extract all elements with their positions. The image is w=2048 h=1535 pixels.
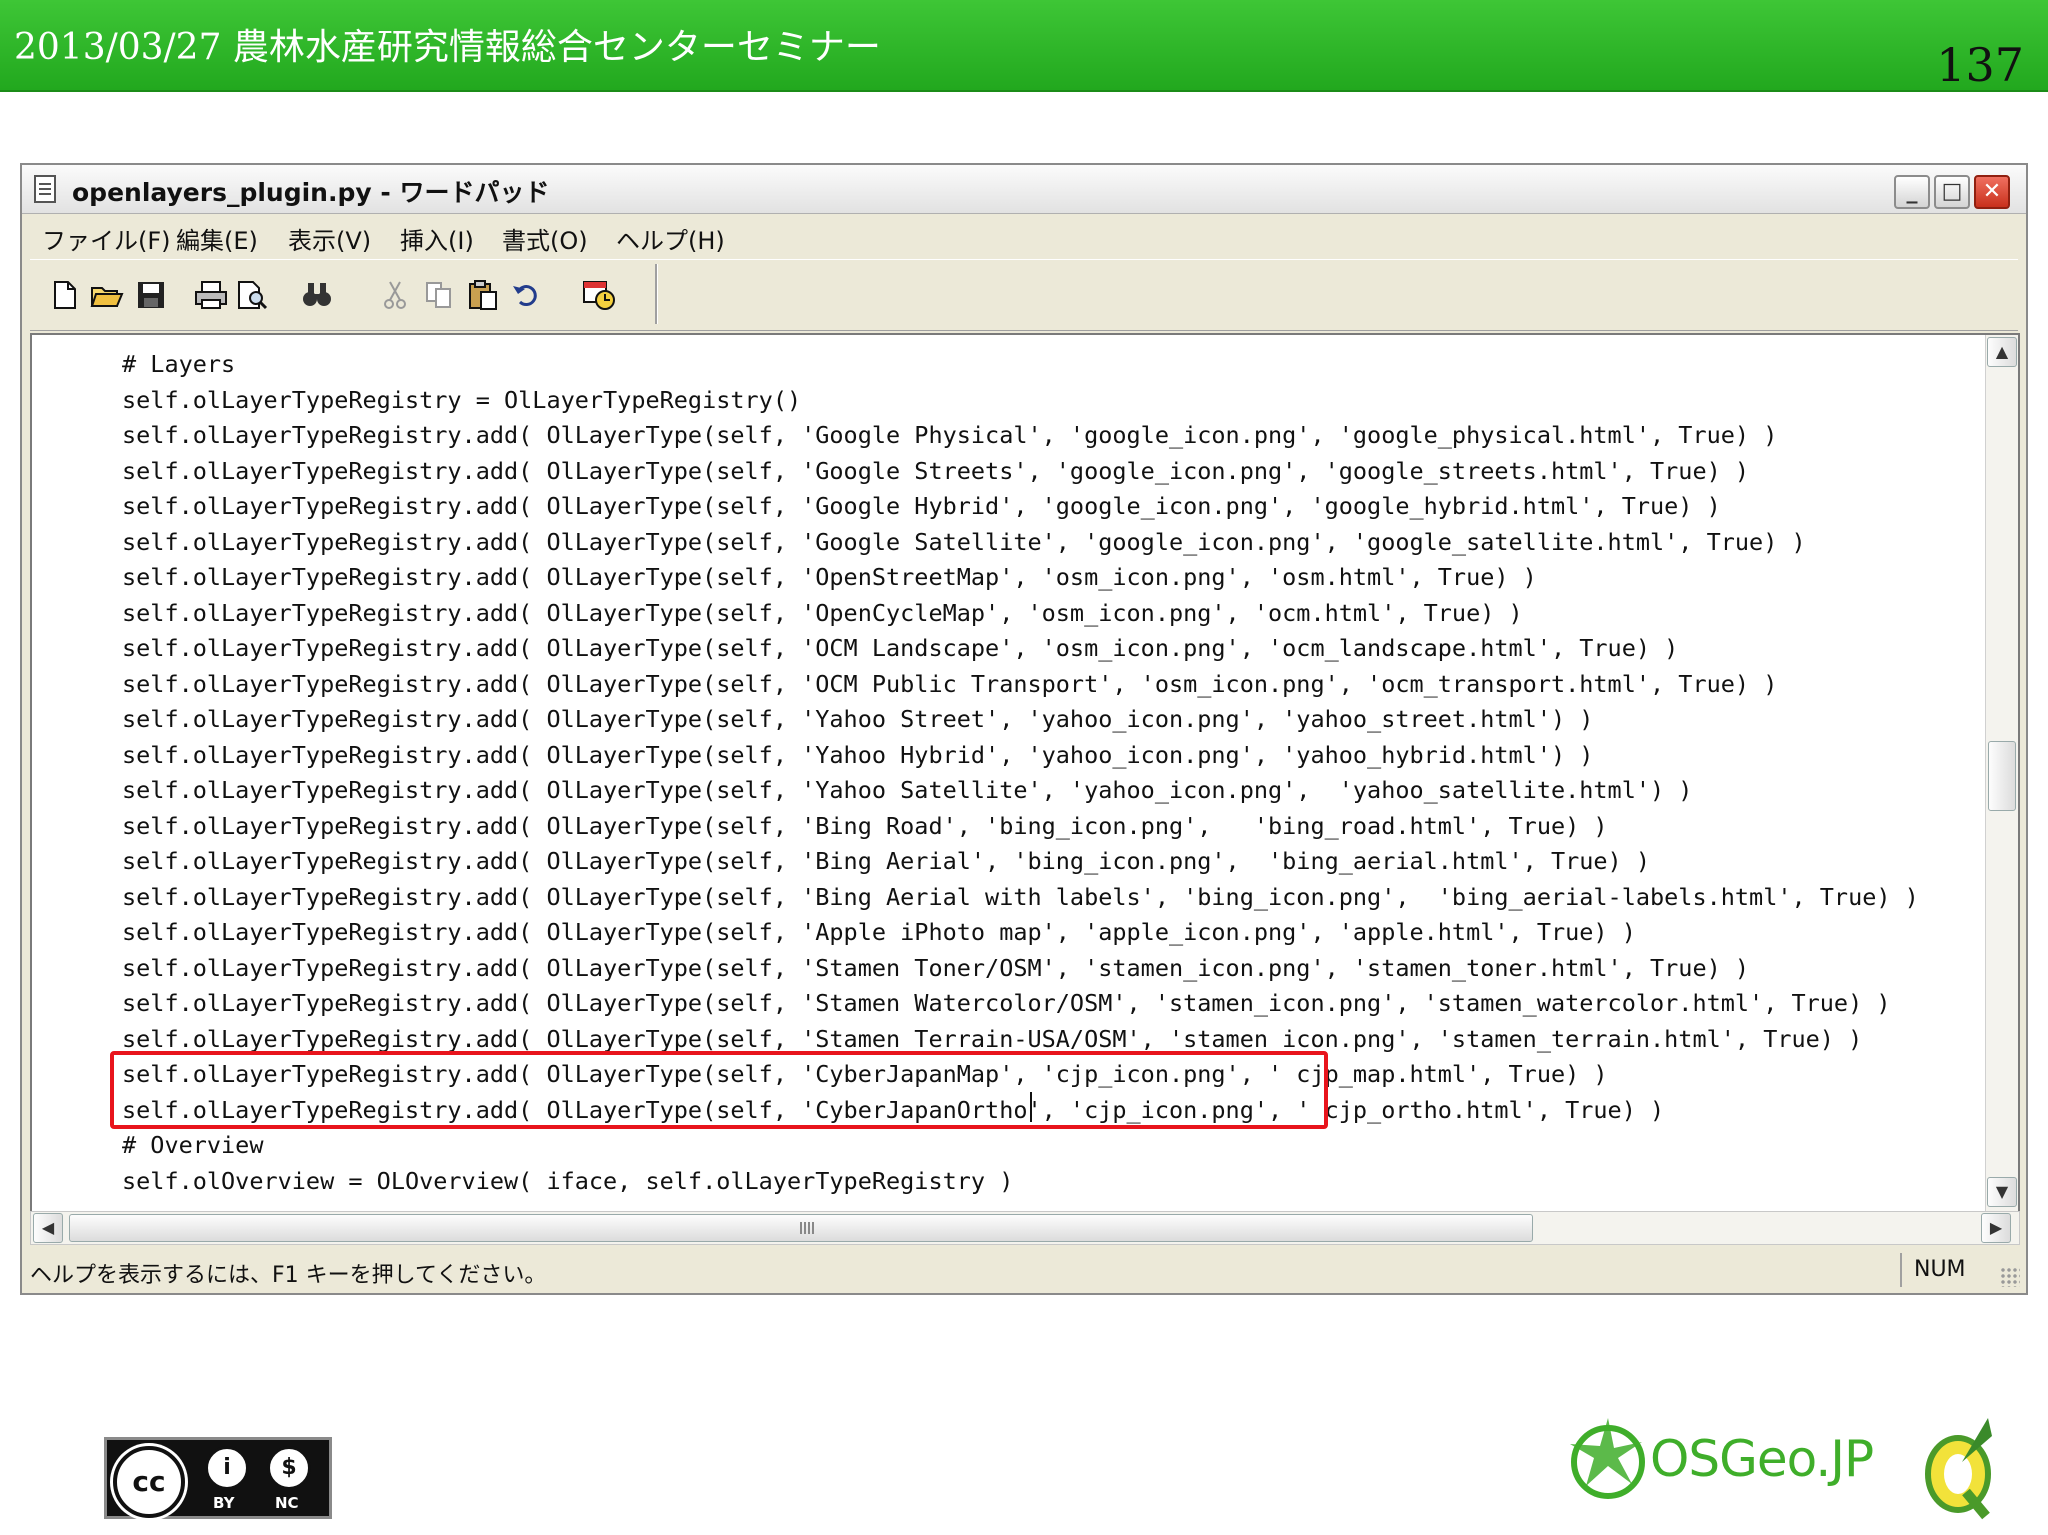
code-line[interactable]: self.olLayerTypeRegistry.add( OlLayerTyp… xyxy=(122,631,1919,667)
toolbar xyxy=(30,259,2018,331)
scroll-left-button[interactable]: ◀ xyxy=(33,1213,63,1243)
window-titlebar[interactable]: openlayers_plugin.py - ワードパッド _ □ ✕ xyxy=(22,165,2026,214)
copy-icon[interactable] xyxy=(422,278,456,312)
slide-page-number: 137 xyxy=(1936,38,2024,92)
menu-help[interactable]: ヘルプ(H) xyxy=(616,221,725,256)
wordpad-window: openlayers_plugin.py - ワードパッド _ □ ✕ ファイル… xyxy=(20,163,2028,1295)
code-line[interactable]: self.olLayerTypeRegistry.add( OlLayerTyp… xyxy=(122,667,1919,703)
slide-title: 2013/03/27 農林水産研究情報総合センターセミナー xyxy=(14,27,881,68)
vertical-scroll-thumb[interactable] xyxy=(1988,741,2016,811)
scroll-down-button[interactable]: ▼ xyxy=(1987,1177,2017,1207)
cc-nc-icon: $ xyxy=(267,1446,311,1490)
code-line[interactable]: self.olLayerTypeRegistry.add( OlLayerTyp… xyxy=(122,773,1919,809)
close-button[interactable]: ✕ xyxy=(1974,175,2010,209)
code-line[interactable]: self.olLayerTypeRegistry.add( OlLayerTyp… xyxy=(122,702,1919,738)
code-line[interactable]: self.olLayerTypeRegistry.add( OlLayerTyp… xyxy=(122,489,1919,525)
code-line[interactable]: self.olLayerTypeRegistry.add( OlLayerTyp… xyxy=(122,418,1919,454)
code-line[interactable]: self.olLayerTypeRegistry.add( OlLayerTyp… xyxy=(122,596,1919,632)
code-line[interactable]: self.olLayerTypeRegistry.add( OlLayerTyp… xyxy=(122,738,1919,774)
resize-grip-icon[interactable] xyxy=(2000,1267,2020,1287)
horizontal-scrollbar[interactable]: ◀ ▶ xyxy=(30,1211,2020,1245)
cc-by-label: BY xyxy=(213,1494,235,1512)
code-line[interactable]: self.olLayerTypeRegistry.add( OlLayerTyp… xyxy=(122,986,1919,1022)
osgeo-jp-text: OSGeo.JP xyxy=(1650,1430,1874,1488)
toolbar-separator xyxy=(655,264,658,324)
document-editor[interactable]: # Layers self.olLayerTypeRegistry = OlLay… xyxy=(30,333,2020,1213)
minimize-button[interactable]: _ xyxy=(1894,175,1930,209)
code-line[interactable]: self.olLayerTypeRegistry.add( OlLayerTyp… xyxy=(122,809,1919,845)
vertical-scrollbar[interactable]: ▲ ▼ xyxy=(1985,335,2018,1211)
window-title: openlayers_plugin.py - ワードパッド xyxy=(72,178,550,207)
document-icon xyxy=(34,175,56,203)
code-line[interactable]: self.olLayerTypeRegistry.add( OlLayerTyp… xyxy=(122,880,1919,916)
save-icon[interactable] xyxy=(134,278,168,312)
code-line[interactable]: self.olLayerTypeRegistry.add( OlLayerTyp… xyxy=(122,525,1919,561)
menu-insert[interactable]: 挿入(I) xyxy=(400,221,474,256)
menu-format[interactable]: 書式(O) xyxy=(502,221,588,256)
horizontal-scroll-thumb[interactable] xyxy=(69,1214,1533,1242)
code-line[interactable]: # Layers xyxy=(122,347,1919,383)
scroll-up-button[interactable]: ▲ xyxy=(1987,337,2017,367)
status-num-indicator: NUM xyxy=(1914,1257,1966,1282)
maximize-button[interactable]: □ xyxy=(1934,175,1970,209)
status-bar: ヘルプを表示するには、F1 キーを押してください。 NUM xyxy=(22,1249,2026,1293)
print-icon[interactable] xyxy=(194,278,228,312)
code-line[interactable]: self.olLayerTypeRegistry.add( OlLayerTyp… xyxy=(122,844,1919,880)
osgeo-jp-logo: OSGeo.JP xyxy=(1562,1404,1902,1514)
status-help-text: ヘルプを表示するには、F1 キーを押してください。 xyxy=(30,1263,547,1288)
new-document-icon[interactable] xyxy=(48,278,82,312)
code-line[interactable]: self.olLayerTypeRegistry.add( OlLayerTyp… xyxy=(122,915,1919,951)
code-line[interactable]: # Overview xyxy=(122,1128,1919,1164)
menu-file[interactable]: ファイル(F) xyxy=(42,221,171,256)
print-preview-icon[interactable] xyxy=(236,278,270,312)
code-line[interactable]: self.olLayerTypeRegistry.add( OlLayerTyp… xyxy=(122,951,1919,987)
scroll-right-button[interactable]: ▶ xyxy=(1981,1213,2011,1243)
highlight-box-cyberjapan xyxy=(110,1051,1328,1129)
text-caret xyxy=(1030,1092,1032,1122)
open-folder-icon[interactable] xyxy=(90,278,124,312)
cc-nc-label: NC xyxy=(275,1494,299,1512)
qgis-logo-icon xyxy=(1922,1412,1998,1524)
cc-icon: cc xyxy=(113,1446,185,1518)
menu-edit[interactable]: 編集(E) xyxy=(176,221,258,256)
code-line[interactable]: self.olLayerTypeRegistry = OlLayerTypeRe… xyxy=(122,383,1919,419)
osgeo-globe-icon xyxy=(1570,1418,1645,1499)
menu-view[interactable]: 表示(V) xyxy=(288,221,371,256)
cc-license-badge: cc i $ BY NC xyxy=(104,1437,332,1519)
insert-datetime-icon[interactable] xyxy=(582,278,616,312)
cc-by-icon: i xyxy=(205,1446,249,1490)
menu-bar: ファイル(F) 編集(E) 表示(V) 挿入(I) 書式(O) ヘルプ(H) xyxy=(30,215,2018,255)
code-line[interactable]: self.olLayerTypeRegistry.add( OlLayerTyp… xyxy=(122,454,1919,490)
find-icon[interactable] xyxy=(300,278,334,312)
undo-icon[interactable] xyxy=(508,278,542,312)
code-line[interactable]: self.olLayerTypeRegistry.add( OlLayerTyp… xyxy=(122,560,1919,596)
slide-header: 2013/03/27 農林水産研究情報総合センターセミナー xyxy=(0,0,2048,92)
cut-icon[interactable] xyxy=(378,278,412,312)
code-line[interactable]: self.olOverview = OLOverview( iface, sel… xyxy=(122,1164,1919,1200)
paste-icon[interactable] xyxy=(466,278,500,312)
